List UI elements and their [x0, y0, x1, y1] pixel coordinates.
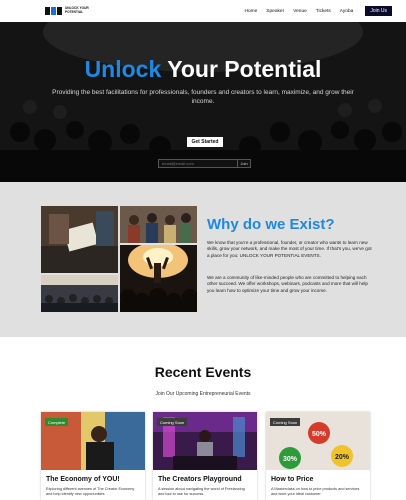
hero-section: Unlock Your Potential Providing the best… — [0, 22, 406, 182]
event-card-title: The Creators Playground — [158, 476, 242, 483]
hero-title-accent: Unlock — [84, 56, 162, 82]
why-paragraph-1: We know that you're a professional, foun… — [207, 240, 372, 258]
event-card-economy[interactable]: Complete The Economy of YOU! Exploring d… — [41, 412, 145, 500]
why-heading: Why do we Exist? — [207, 216, 335, 233]
nav-link-home[interactable]: Home — [245, 9, 258, 14]
event-card-description: A Masterclass on how to price products a… — [271, 487, 360, 496]
status-badge: Coming Soon — [157, 418, 188, 426]
why-paragraph-2: We are a community of like-minded people… — [207, 275, 368, 293]
nav-links: Home Speaker Venue Tickets Ayoba Join Us — [245, 6, 392, 16]
price-tag-50: 50% — [312, 431, 327, 438]
price-tag-20: 20% — [335, 454, 350, 461]
email-input[interactable] — [158, 159, 238, 168]
event-card-description: Exploring different avenues of The Creat… — [46, 487, 135, 496]
logo-icon — [45, 7, 62, 15]
hero-subtitle: Providing the best facilitations for pro… — [52, 89, 354, 105]
logo-text: UNLOCK YOUR POTENTIAL — [65, 6, 89, 14]
nav-link-speaker[interactable]: Speaker — [266, 9, 284, 14]
event-card-pricing[interactable]: 50% 30% 20% Coming Soon How to Price A M… — [266, 412, 370, 500]
hero-title: Unlock Your Potential — [0, 56, 406, 83]
logo[interactable]: UNLOCK YOUR POTENTIAL — [45, 7, 89, 15]
why-photo-group — [120, 206, 197, 243]
hero-title-rest: Your Potential — [161, 56, 322, 82]
status-badge: Coming Soon — [270, 418, 301, 426]
why-photo-concert — [120, 245, 197, 312]
why-section: Why do we Exist? We know that you're a p… — [0, 182, 406, 337]
join-us-button[interactable]: Join Us — [365, 6, 392, 16]
email-signup: Join — [158, 159, 251, 168]
nav-link-ayoba[interactable]: Ayoba — [340, 9, 354, 14]
get-started-button[interactable]: Get Started — [187, 137, 223, 147]
email-join-button[interactable]: Join — [238, 159, 251, 168]
nav-link-venue[interactable]: Venue — [293, 9, 307, 14]
event-card-title: How to Price — [271, 476, 314, 483]
nav-link-tickets[interactable]: Tickets — [316, 9, 331, 14]
event-card-description: A session about navigating the world of … — [158, 487, 245, 496]
events-subtitle: Join Our Upcoming Entrepreneurial Events — [155, 391, 251, 397]
status-badge: Complete — [45, 418, 69, 426]
events-title: Recent Events — [154, 364, 252, 380]
event-card-title: The Economy of YOU! — [46, 476, 120, 483]
top-nav: UNLOCK YOUR POTENTIAL Home Speaker Venue… — [0, 0, 406, 22]
why-photo-audience — [41, 275, 118, 312]
why-photo-notebook — [41, 206, 118, 273]
event-card-playground[interactable]: Coming Soon The Creators Playground A se… — [153, 412, 257, 500]
price-tag-30: 30% — [283, 456, 298, 463]
